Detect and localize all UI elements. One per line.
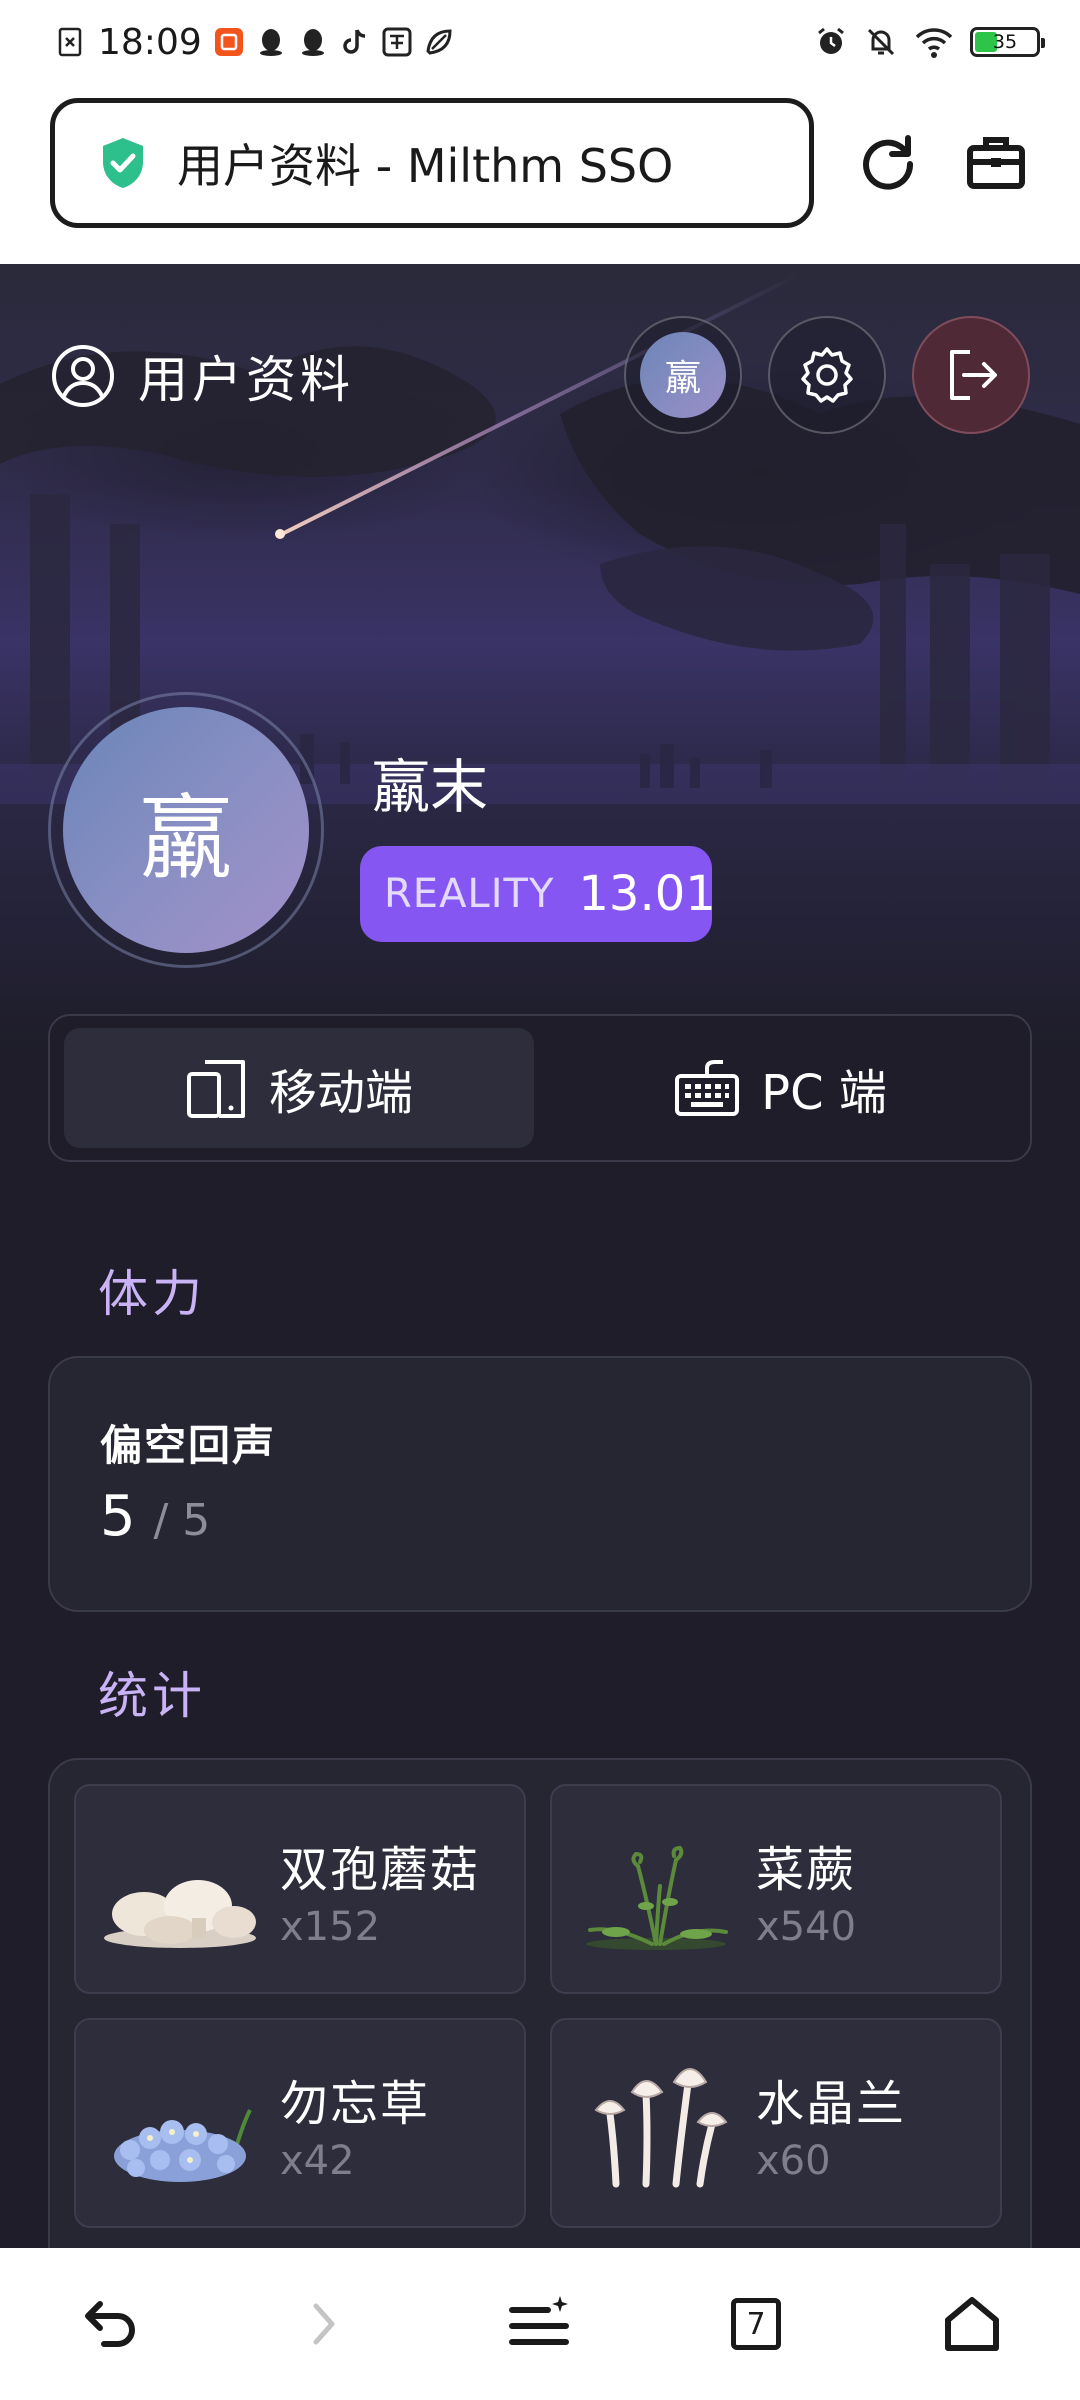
- profile-avatar: 羸: [63, 707, 309, 953]
- item-count: x152: [280, 1904, 381, 1950]
- status-bar: 18:09 35: [0, 0, 1080, 84]
- qq-icon: [301, 29, 324, 56]
- stats-card: 双孢蘑菇 x152 菜蕨 x540 勿忘草 x42 水晶兰 x60: [48, 1758, 1032, 2248]
- item-count: x540: [756, 1904, 857, 1950]
- item-name: 勿忘草: [280, 2076, 431, 2132]
- wifi-icon: [915, 28, 953, 58]
- status-right: 35: [814, 25, 1045, 59]
- item-tile[interactable]: 菜蕨 x540: [550, 1784, 1002, 1994]
- rating-label: REALITY: [384, 871, 555, 917]
- app-badge-icon: [214, 28, 243, 56]
- reload-icon: [863, 135, 914, 190]
- alarm-icon: [818, 27, 844, 54]
- ghost-plant-icon: [594, 2068, 728, 2188]
- mushroom-icon: [104, 1880, 256, 1948]
- tab-mobile-label: 移动端: [268, 1065, 413, 1121]
- tab-count: 7: [731, 2298, 781, 2350]
- close-box-icon: [58, 27, 82, 57]
- forget-me-not-icon: [114, 2109, 252, 2182]
- stamina-card: 偏空回声 5 / 5: [48, 1356, 1032, 1612]
- bell-off-icon: [867, 28, 895, 56]
- stamina-max: / 5: [153, 1495, 211, 1546]
- account-avatar-button[interactable]: 羸: [624, 316, 742, 434]
- browser-bottom-nav: 7: [0, 2248, 1080, 2400]
- stamina-current: 5: [100, 1484, 136, 1549]
- home-icon: [945, 2297, 999, 2351]
- back-arrow-icon: [85, 2301, 135, 2347]
- stamina-section-title: 体力: [98, 1265, 206, 1323]
- item-tile[interactable]: 双孢蘑菇 x152: [74, 1784, 526, 1994]
- stats-section-title: 统计: [98, 1667, 206, 1725]
- status-left: 18:09: [56, 22, 454, 63]
- item-tile[interactable]: 水晶兰 x60: [550, 2018, 1002, 2228]
- forward-button[interactable]: [269, 2269, 379, 2379]
- profile-page: 用户资料 羸 羸 羸末 REALITY 13.01 移动端 PC 端 体力 偏空…: [0, 264, 1080, 2248]
- browser-toolbar: 用户资料 - Milthm SSO: [0, 84, 1080, 264]
- settings-button[interactable]: [768, 316, 886, 434]
- mini-avatar: 羸: [640, 332, 726, 418]
- item-name: 水晶兰: [756, 2076, 907, 2132]
- user-circle-icon: [52, 345, 114, 407]
- shield-check-icon: [103, 138, 143, 188]
- item-name: 菜蕨: [756, 1842, 857, 1898]
- stamina-value: 5 / 5: [100, 1484, 210, 1549]
- qq-icon: [259, 29, 282, 56]
- status-time: 18:09: [98, 21, 202, 63]
- tabs-button[interactable]: 7: [701, 2269, 811, 2379]
- phone-tablet-icon: [186, 1060, 245, 1118]
- tab-mobile[interactable]: 移动端: [64, 1028, 534, 1148]
- platform-switch: 移动端 PC 端: [48, 1014, 1032, 1162]
- item-name: 双孢蘑菇: [280, 1842, 481, 1898]
- tab-pc-label: PC 端: [761, 1065, 887, 1121]
- keyboard-icon: [675, 1060, 740, 1116]
- rating-badge: REALITY 13.01: [360, 846, 716, 942]
- item-count: x60: [756, 2138, 831, 2184]
- leaf-icon: [426, 29, 452, 55]
- logout-button[interactable]: [912, 316, 1030, 434]
- profile-avatar-ring: 羸: [48, 692, 324, 968]
- rating-value: 13.01: [578, 866, 716, 922]
- menu-button[interactable]: [485, 2269, 595, 2379]
- home-button[interactable]: [917, 2269, 1027, 2379]
- tieba-icon: [382, 27, 412, 57]
- fern-icon: [586, 1845, 728, 1950]
- battery-icon: 35: [970, 27, 1045, 57]
- page-title-url: 用户资料 - Milthm SSO: [177, 139, 674, 193]
- battery-level: 35: [992, 31, 1018, 53]
- item-count: x42: [280, 2138, 355, 2184]
- page-title: 用户资料: [138, 351, 354, 409]
- item-tile[interactable]: 勿忘草 x42: [74, 2018, 526, 2228]
- gear-icon: [801, 347, 853, 403]
- logout-icon: [950, 350, 997, 400]
- chevron-right-icon: [313, 2303, 335, 2345]
- tiktok-icon: [343, 29, 365, 54]
- page-header: 用户资料: [50, 340, 354, 412]
- tab-pc[interactable]: PC 端: [540, 1028, 1020, 1148]
- toolbox-button[interactable]: [958, 124, 1034, 200]
- menu-sparkle-icon: [509, 2296, 569, 2345]
- reload-button[interactable]: [850, 124, 926, 200]
- stamina-name: 偏空回声: [100, 1421, 277, 1470]
- back-button[interactable]: [53, 2269, 163, 2379]
- username: 羸末: [372, 753, 489, 821]
- toolbox-icon: [967, 137, 1025, 189]
- address-bar[interactable]: 用户资料 - Milthm SSO: [50, 98, 814, 228]
